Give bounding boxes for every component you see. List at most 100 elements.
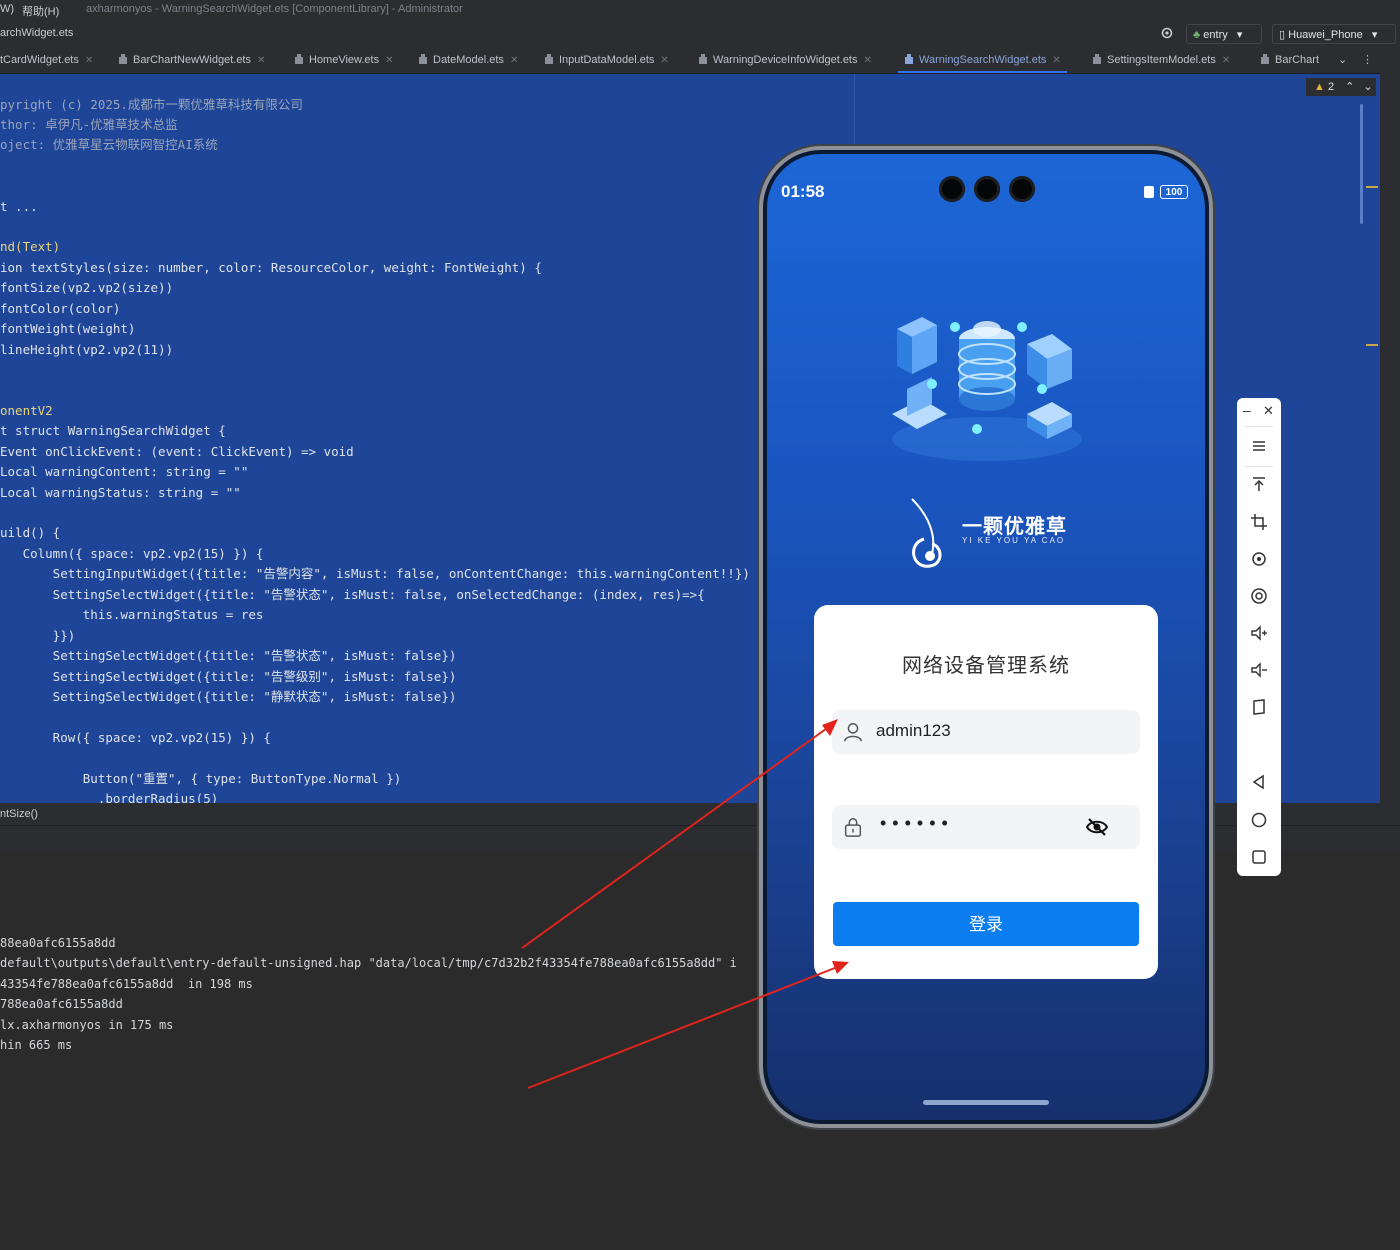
fold-icon[interactable]	[1249, 697, 1269, 717]
chevron-down-icon[interactable]: ⌄	[1363, 81, 1372, 93]
console-line: 788ea0afc6155a8dd	[0, 997, 123, 1011]
code-line: Column({ space: vp2.vp2(15) }) {	[0, 546, 264, 561]
tab-list-chevron-icon[interactable]: ⌄	[1338, 48, 1347, 73]
close-icon[interactable]: ✕	[660, 55, 668, 66]
inspection-widget[interactable]: ▲ 2 ⌃ ⌄	[1306, 78, 1376, 96]
module-selector[interactable]: ♣ entry ▾	[1186, 24, 1262, 44]
phone-screen: 01:58 100 一颗优雅草 YI KE YOU YA CAO 网络设备管理系…	[767, 154, 1205, 1120]
code-line: SettingSelectWidget({title: "告警级别", isMu…	[0, 669, 457, 684]
server-illustration	[892, 317, 1082, 461]
module-icon: ♣	[1193, 29, 1201, 41]
close-icon[interactable]: ✕	[85, 55, 93, 66]
code-line: lineHeight(vp2.vp2(11))	[0, 342, 174, 357]
code-line: fontSize(vp2.vp2(size))	[0, 280, 174, 295]
emulator-toolbar: – ✕	[1237, 398, 1281, 876]
brand-logo: 一颗优雅草 YI KE YOU YA CAO	[902, 494, 1082, 574]
user-icon	[844, 723, 862, 742]
code-line: oject: 优雅草星云物联网智控AI系统	[0, 137, 218, 152]
page-title: 网络设备管理系统	[902, 655, 1070, 677]
tab-warning-device-info-widget[interactable]: WarningDeviceInfoWidget.ets ✕	[698, 48, 872, 73]
eye-off-icon[interactable]	[1084, 815, 1110, 839]
brand-subtitle: YI KE YOU YA CAO	[962, 536, 1066, 545]
menu-bar: W) 帮助(H) axharmonyos - WarningSearchWidg…	[0, 0, 1400, 20]
close-icon[interactable]: ✕	[1052, 55, 1060, 66]
code-line: .borderRadius(5)	[0, 791, 219, 804]
code-line: uild() {	[0, 525, 61, 540]
code-line: fontColor(color)	[0, 301, 121, 316]
code-line: Local warningStatus: string = ""	[0, 485, 241, 500]
code-line: SettingSelectWidget({title: "静默状态", isMu…	[0, 689, 457, 704]
editor-scrollbar[interactable]	[1360, 104, 1363, 224]
tab-label: BarChart	[1275, 54, 1320, 66]
warning-marker[interactable]	[1366, 344, 1378, 346]
code-line: t struct WarningSearchWidget {	[0, 423, 226, 438]
file-icon	[419, 54, 427, 64]
tab-home-view[interactable]: HomeView.ets ✕	[294, 48, 394, 73]
volume-up-icon[interactable]	[1249, 623, 1269, 643]
tab-bar-chart[interactable]: BarChart	[1260, 48, 1319, 73]
menu-help[interactable]: 帮助(H)	[22, 3, 59, 19]
lock-status-icon	[1144, 186, 1154, 198]
tab-warning-search-widget[interactable]: WarningSearchWidget.ets ✕	[898, 48, 1067, 73]
code-line: fontWeight(weight)	[0, 321, 136, 336]
close-icon[interactable]: ✕	[257, 55, 265, 66]
chevron-up-icon[interactable]: ⌃	[1345, 81, 1354, 93]
close-icon[interactable]: ✕	[1222, 55, 1230, 66]
home-indicator[interactable]	[923, 1100, 1049, 1105]
warning-count: 2	[1327, 81, 1335, 93]
login-button[interactable]: 登录	[833, 902, 1139, 946]
tab-date-model[interactable]: DateModel.ets ✕	[418, 48, 518, 73]
device-selector[interactable]: ▯ Huawei_Phone ▾	[1272, 24, 1396, 44]
code-line: this.warningStatus = res	[0, 607, 264, 622]
status-time: 01:58	[781, 182, 825, 201]
warning-marker[interactable]	[1366, 186, 1378, 188]
window-title: axharmonyos - WarningSearchWidget.ets [C…	[86, 3, 463, 15]
tab-input-data-model[interactable]: InputDataModel.ets ✕	[544, 48, 669, 73]
file-icon	[699, 54, 707, 64]
tab-label: SettingsItemModel.ets	[1107, 54, 1216, 66]
close-icon[interactable]: ✕	[1263, 403, 1274, 419]
home-icon[interactable]	[1249, 810, 1269, 830]
battery-icon: 100	[1160, 185, 1188, 199]
tab-settings-item-model[interactable]: SettingsItemModel.ets ✕	[1092, 48, 1230, 73]
username-value: admin123	[876, 721, 951, 740]
file-icon	[545, 54, 553, 64]
file-icon	[1093, 54, 1101, 64]
back-icon[interactable]	[1249, 772, 1269, 792]
close-icon[interactable]: ✕	[864, 55, 872, 66]
minimize-icon[interactable]: –	[1243, 402, 1251, 418]
tab-card-widget[interactable]: tCardWidget.ets ✕	[0, 48, 93, 73]
screenshot-icon[interactable]	[1249, 586, 1269, 606]
device-selector-label: Huawei_Phone	[1288, 29, 1363, 41]
more-vertical-icon[interactable]: ⋮	[1362, 48, 1373, 73]
code-line: t ...	[0, 199, 38, 214]
gear-icon[interactable]	[1160, 26, 1174, 40]
module-selector-label: entry	[1203, 29, 1228, 41]
camera-icon	[939, 176, 965, 202]
breadcrumb[interactable]: archWidget.ets	[0, 27, 73, 39]
pin-top-icon[interactable]	[1249, 474, 1269, 494]
crop-icon[interactable]	[1249, 512, 1269, 532]
menu-partial[interactable]: W)	[0, 3, 14, 15]
close-icon[interactable]: ✕	[510, 55, 518, 66]
code-line: ion textStyles(size: number, color: Reso…	[0, 260, 542, 275]
file-icon	[905, 54, 913, 64]
menu-icon[interactable]	[1249, 436, 1269, 456]
rotate-icon[interactable]	[1249, 549, 1269, 569]
close-icon[interactable]: ✕	[385, 55, 393, 66]
code-line: SettingInputWidget({title: "告警内容", isMus…	[0, 566, 750, 581]
username-field[interactable]: admin123	[832, 710, 1140, 754]
file-icon	[1261, 54, 1269, 64]
password-field[interactable]: ••••••	[832, 805, 1140, 849]
code-line: Event onClickEvent: (event: ClickEvent) …	[0, 444, 354, 459]
code-breadcrumb[interactable]: ntSize()	[0, 803, 38, 825]
tab-label: InputDataModel.ets	[559, 54, 655, 66]
console-line: 88ea0afc6155a8dd	[0, 936, 116, 950]
editor-tabs: tCardWidget.ets ✕ BarChartNewWidget.ets ✕ …	[0, 48, 1400, 74]
tab-bar-chart-new-widget[interactable]: BarChartNewWidget.ets ✕	[118, 48, 265, 73]
camera-icon	[1009, 176, 1035, 202]
volume-down-icon[interactable]	[1249, 660, 1269, 680]
code-line: Button("重置", { type: ButtonType.Normal }…	[0, 771, 402, 786]
chevron-down-icon: ▾	[1236, 29, 1243, 41]
recents-icon[interactable]	[1249, 847, 1269, 867]
